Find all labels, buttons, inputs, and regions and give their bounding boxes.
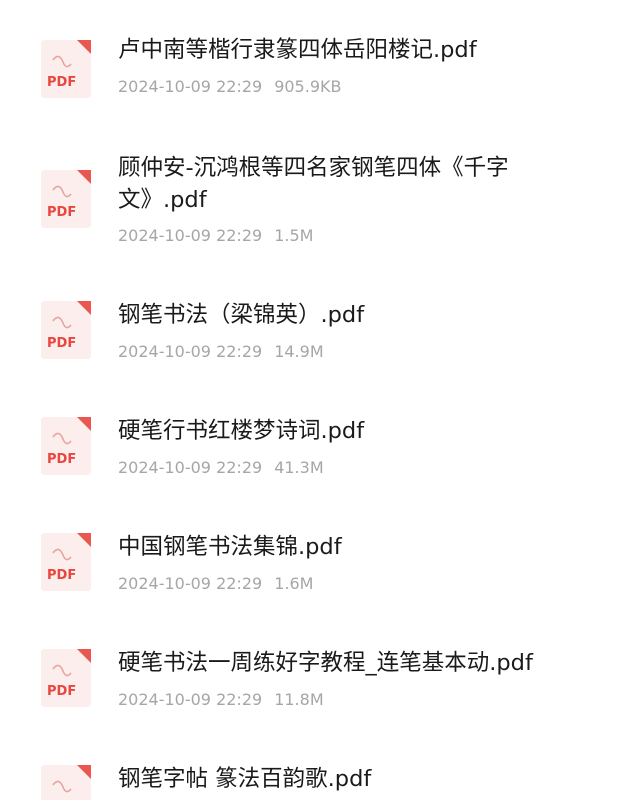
file-size: 41.3M	[274, 458, 324, 477]
pdf-file-icon: PDF	[41, 533, 91, 591]
pdf-file-icon: PDF	[41, 417, 91, 475]
file-list-item[interactable]: PDF 中国钢笔书法集锦.pdf 2024-10-09 22:29 1.6M	[0, 512, 620, 622]
pdf-icon-label: PDF	[47, 568, 76, 583]
file-size: 1.6M	[274, 574, 314, 593]
file-date: 2024-10-09 22:29	[118, 690, 263, 709]
pdf-icon-label: PDF	[47, 75, 76, 90]
file-meta: 2024-10-09 22:29 1.6M	[118, 573, 313, 595]
file-name: 钢笔书法（梁锦英）.pdf	[118, 302, 365, 328]
pdf-icon-label: PDF	[47, 684, 76, 699]
file-meta: 2024-10-09 22:29 41.3M	[118, 457, 324, 479]
file-size: 11.8M	[274, 690, 324, 709]
file-list-item[interactable]: PDF 硬笔书法一周练好字教程_连笔基本动.pdf 2024-10-09 22:…	[0, 628, 620, 738]
file-list-item[interactable]: PDF 卢中南等楷行隶篆四体岳阳楼记.pdf 2024-10-09 22:29 9…	[0, 0, 620, 120]
file-list-item[interactable]: PDF 钢笔字帖 篆法百韵歌.pdf	[0, 744, 620, 800]
pdf-file-icon: PDF	[41, 40, 91, 98]
file-list-item[interactable]: PDF 钢笔书法（梁锦英）.pdf 2024-10-09 22:29 14.9M	[0, 280, 620, 390]
file-name: 中国钢笔书法集锦.pdf	[118, 534, 342, 560]
file-date: 2024-10-09 22:29	[118, 226, 263, 245]
pdf-icon-label: PDF	[47, 452, 76, 467]
file-name: 硬笔书法一周练好字教程_连笔基本动.pdf	[118, 650, 533, 676]
file-meta: 2024-10-09 22:29 905.9KB	[118, 76, 341, 98]
file-meta: 2024-10-09 22:29 14.9M	[118, 341, 324, 363]
file-size: 905.9KB	[274, 77, 342, 96]
file-name: 硬笔行书红楼梦诗词.pdf	[118, 418, 365, 444]
pdf-file-icon: PDF	[41, 649, 91, 707]
file-date: 2024-10-09 22:29	[118, 77, 263, 96]
file-meta: 2024-10-09 22:29 1.5M	[118, 225, 313, 247]
file-date: 2024-10-09 22:29	[118, 458, 263, 477]
file-name: 钢笔字帖 篆法百韵歌.pdf	[118, 766, 372, 792]
pdf-file-icon: PDF	[41, 301, 91, 359]
pdf-file-icon: PDF	[41, 170, 91, 228]
pdf-file-icon: PDF	[41, 765, 91, 800]
file-size: 14.9M	[274, 342, 324, 361]
pdf-icon-label: PDF	[47, 336, 76, 351]
file-size: 1.5M	[274, 226, 314, 245]
file-name: 顾仲安-沉鸿根等四名家钢笔四体《千字文》.pdf	[118, 155, 509, 213]
file-list-item[interactable]: PDF 硬笔行书红楼梦诗词.pdf 2024-10-09 22:29 41.3M	[0, 396, 620, 506]
file-date: 2024-10-09 22:29	[118, 342, 263, 361]
file-list: PDF 卢中南等楷行隶篆四体岳阳楼记.pdf 2024-10-09 22:29 9…	[0, 0, 620, 800]
file-meta: 2024-10-09 22:29 11.8M	[118, 689, 324, 711]
pdf-icon-label: PDF	[47, 205, 76, 220]
file-date: 2024-10-09 22:29	[118, 574, 263, 593]
file-list-item[interactable]: PDF 顾仲安-沉鸿根等四名家钢笔四体《千字文》.pdf 2024-10-09 …	[0, 140, 620, 270]
file-name: 卢中南等楷行隶篆四体岳阳楼记.pdf	[118, 37, 477, 63]
